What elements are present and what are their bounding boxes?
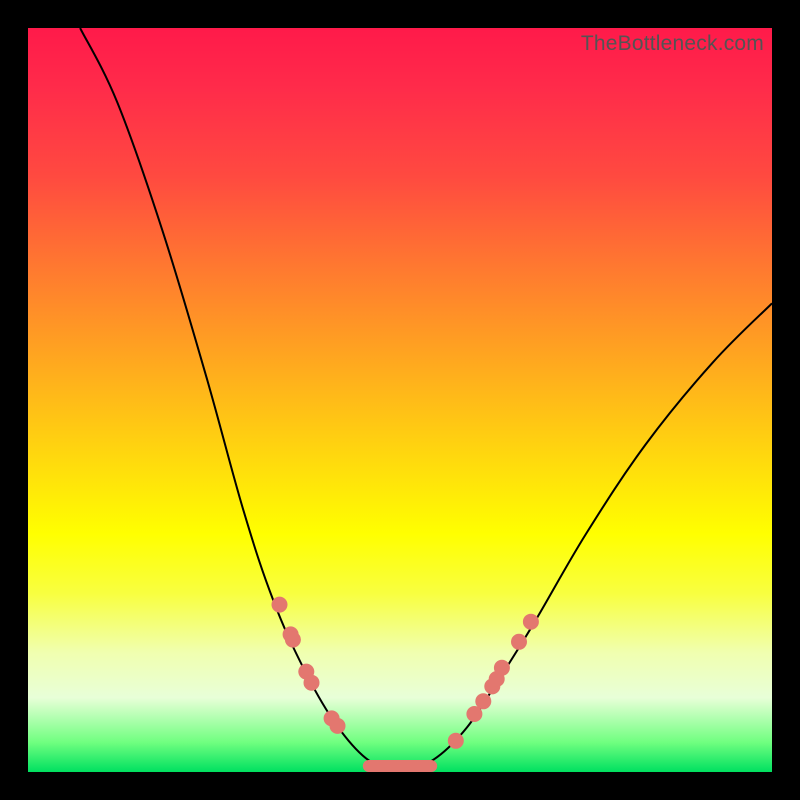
data-point xyxy=(475,693,491,709)
data-point xyxy=(272,597,288,613)
bottleneck-curve xyxy=(80,28,772,767)
watermark-text: TheBottleneck.com xyxy=(581,32,764,56)
plot-area: TheBottleneck.com xyxy=(28,28,772,772)
data-point xyxy=(523,614,539,630)
valley-marker-band xyxy=(363,760,437,772)
data-point xyxy=(285,632,301,648)
data-point xyxy=(494,660,510,676)
data-point xyxy=(330,718,346,734)
chart-frame: TheBottleneck.com xyxy=(0,0,800,800)
data-point xyxy=(511,634,527,650)
data-point xyxy=(304,675,320,691)
data-point xyxy=(448,733,464,749)
curve-layer xyxy=(28,28,772,772)
data-point-markers xyxy=(272,597,539,749)
